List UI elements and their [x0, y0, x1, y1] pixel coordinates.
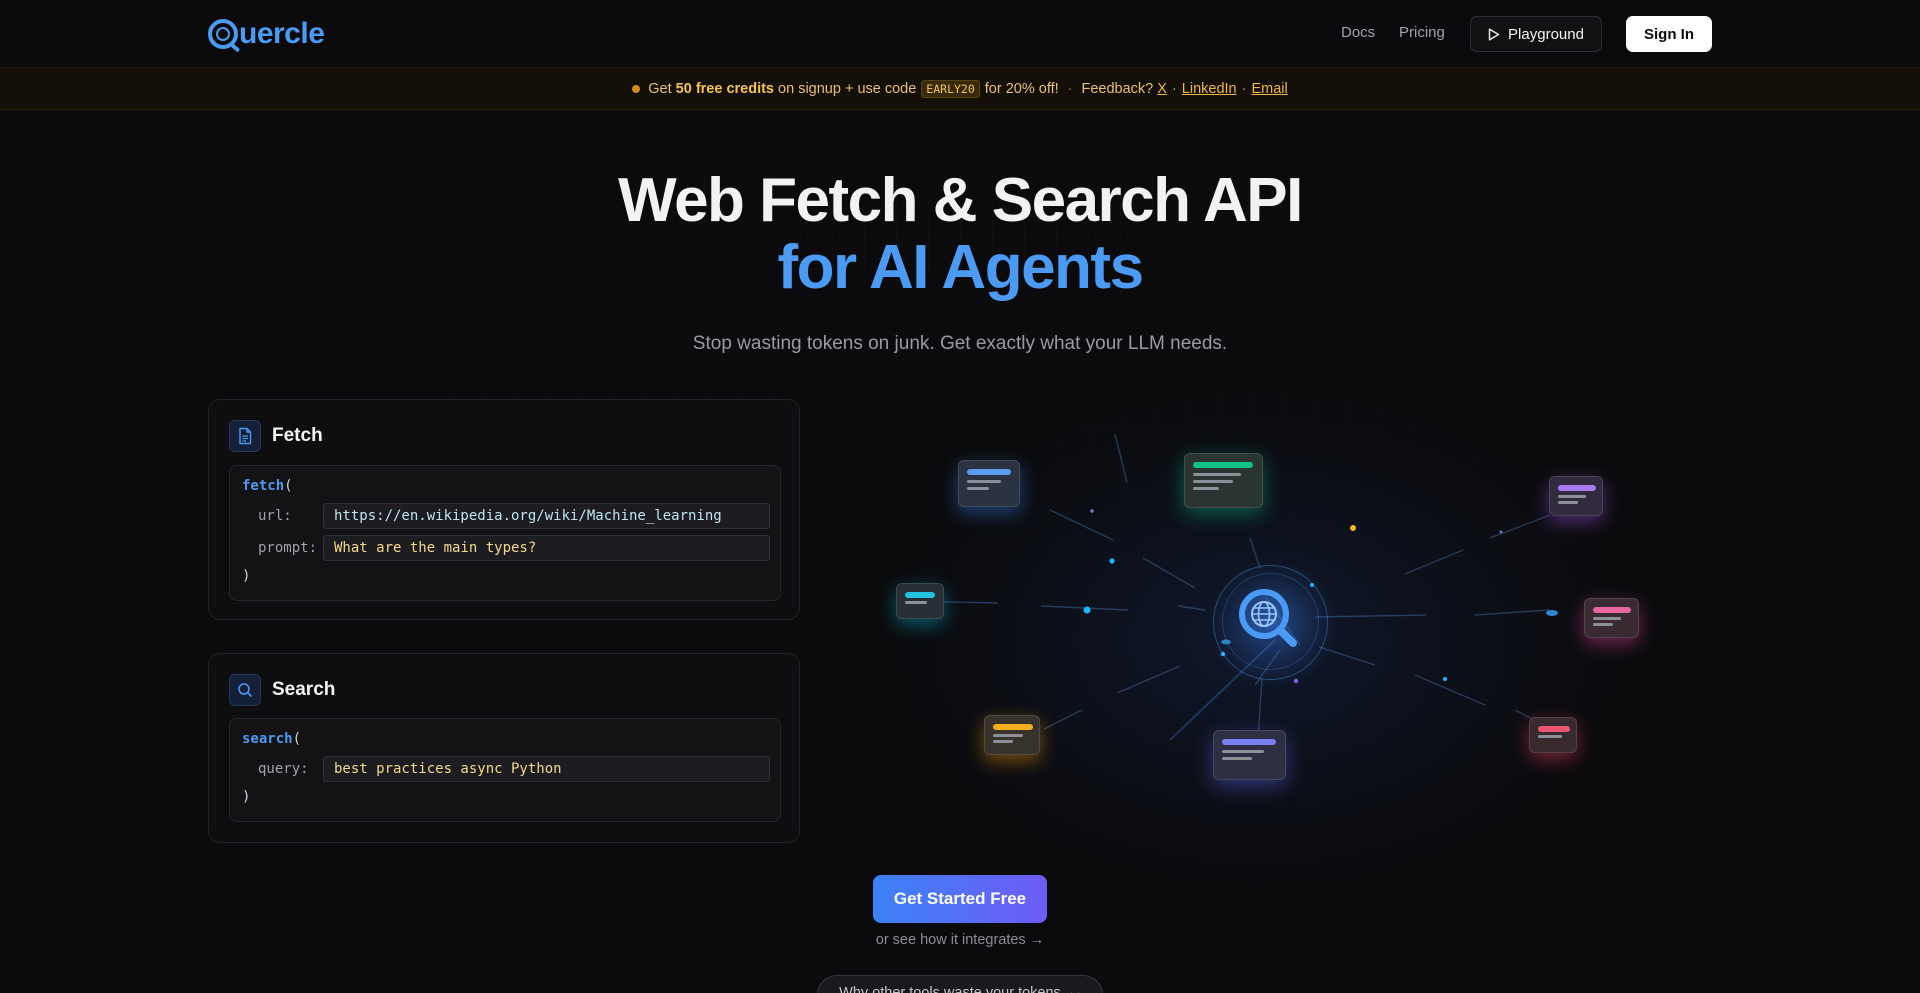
fetch-fn-name: fetch — [242, 478, 285, 494]
search-card-title: Search — [272, 679, 336, 700]
fetch-card: Fetch fetch( url: https://en.wikipedia.o… — [208, 399, 800, 620]
promo-text-get: Get — [648, 80, 672, 97]
search-open-paren: ( — [292, 731, 302, 747]
playground-label: Playground — [1508, 25, 1584, 43]
promo-banner: Get 50 free credits on signup + use code… — [0, 68, 1920, 110]
promo-text-signup: on signup + use code — [778, 80, 917, 97]
fetch-url-value: https://en.wikipedia.org/wiki/Machine_le… — [334, 508, 722, 524]
fetch-prompt-input[interactable]: What are the main types? — [323, 535, 770, 561]
promo-dot-icon — [632, 84, 641, 93]
mini-card-indigo — [1213, 730, 1286, 780]
nav-pricing-link[interactable]: Pricing — [1399, 24, 1445, 41]
promo-credits: 50 free credits — [675, 80, 774, 97]
fetch-call-open: fetch( — [242, 478, 293, 494]
search-call-open: search( — [242, 731, 301, 747]
nav-docs-link[interactable]: Docs — [1341, 24, 1375, 41]
play-icon — [1488, 27, 1500, 41]
feedback-email-link[interactable]: Email — [1251, 81, 1287, 97]
integrations-link[interactable]: or see how it integrates → — [0, 932, 1920, 948]
hero-title-line2: for AI Agents — [777, 233, 1144, 302]
hero-subtitle: Stop wasting tokens on junk. Get exactly… — [692, 333, 1228, 354]
sign-in-button[interactable]: Sign In — [1626, 16, 1712, 52]
fetch-prompt-value: What are the main types? — [334, 540, 537, 556]
mini-card-amber — [984, 715, 1040, 755]
logo[interactable]: uercle — [208, 16, 325, 52]
mini-card-cyan — [896, 583, 944, 619]
mini-card-pink — [1584, 598, 1639, 638]
mini-card-purple — [1549, 476, 1603, 516]
feedback-linkedin-link[interactable]: LinkedIn — [1182, 81, 1237, 97]
search-query-value: best practices async Python — [334, 761, 562, 777]
mini-card-blue — [958, 460, 1020, 507]
get-started-button[interactable]: Get Started Free — [873, 875, 1047, 923]
fetch-open-paren: ( — [284, 478, 293, 494]
search-icon — [229, 674, 261, 706]
promo-code-badge: EARLY20 — [921, 79, 980, 98]
fetch-code-box: fetch( url: https://en.wikipedia.org/wik… — [229, 465, 781, 601]
why-tokens-toggle[interactable]: Why other tools waste your tokens — [817, 975, 1103, 993]
search-fn-name: search — [242, 731, 293, 747]
fetch-prompt-label: prompt: — [258, 540, 318, 556]
search-code-box: search( query: best practices async Pyth… — [229, 718, 781, 822]
search-card-header: Search — [229, 674, 335, 706]
feedback-sep-2: · — [1241, 80, 1247, 97]
top-navbar: uercle Docs Pricing Playground Sign In — [0, 0, 1920, 68]
search-card: Search search( query: best practices asy… — [208, 653, 800, 843]
promo-text-off: for 20% off! — [984, 80, 1059, 97]
logo-mark-icon — [208, 19, 238, 49]
hero-title-line1: Web Fetch & Search API — [618, 166, 1303, 235]
chevron-down-icon — [1070, 992, 1079, 993]
search-query-input[interactable]: best practices async Python — [323, 756, 770, 782]
why-tokens-label: Why other tools waste your tokens — [839, 985, 1061, 993]
document-icon — [229, 420, 261, 452]
playground-button[interactable]: Playground — [1470, 16, 1602, 52]
feedback-sep-1: · — [1171, 80, 1177, 97]
fetch-card-title: Fetch — [272, 425, 323, 446]
search-close-paren: ) — [242, 789, 251, 805]
network-diagram — [860, 410, 1680, 810]
fetch-card-header: Fetch — [229, 420, 323, 452]
fetch-close-paren: ) — [242, 568, 251, 584]
logo-text: uercle — [239, 17, 325, 50]
fetch-url-label: url: — [258, 508, 292, 524]
promo-separator: · — [1067, 80, 1073, 97]
search-query-label: query: — [258, 761, 309, 777]
mini-card-red — [1529, 717, 1577, 753]
feedback-x-link[interactable]: X — [1157, 81, 1167, 97]
mini-card-green — [1184, 453, 1263, 508]
globe-search-icon — [1239, 589, 1297, 647]
feedback-label: Feedback? — [1081, 80, 1154, 97]
fetch-url-input[interactable]: https://en.wikipedia.org/wiki/Machine_le… — [323, 503, 770, 529]
